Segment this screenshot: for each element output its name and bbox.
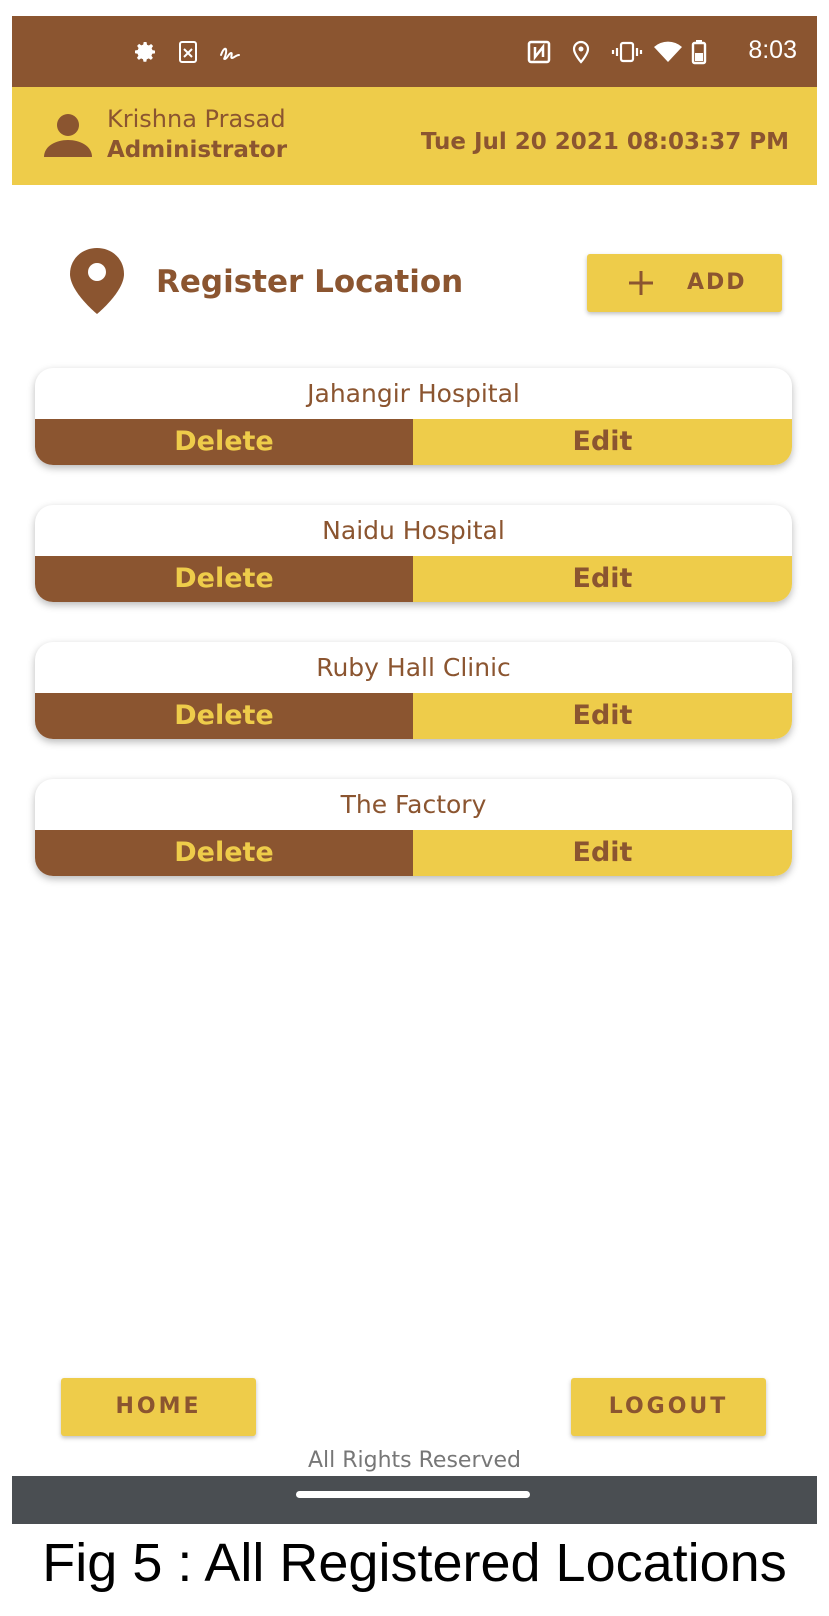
edit-button[interactable]: Edit bbox=[413, 830, 792, 876]
delete-button[interactable]: Delete bbox=[35, 556, 413, 602]
figure-caption: Fig 5 : All Registered Locations bbox=[42, 1533, 787, 1593]
home-gesture-handle[interactable] bbox=[296, 1491, 530, 1498]
user-name: Krishna Prasad bbox=[107, 105, 286, 133]
current-datetime: Tue Jul 20 2021 08:03:37 PM bbox=[420, 129, 789, 155]
location-icon bbox=[568, 39, 594, 65]
logout-button[interactable]: LOGOUT bbox=[571, 1378, 766, 1436]
location-name: Naidu Hospital bbox=[322, 516, 505, 545]
plus-icon bbox=[627, 269, 655, 297]
user-header: Krishna Prasad Administrator Tue Jul 20 … bbox=[12, 87, 817, 185]
vibrate-icon bbox=[610, 39, 644, 65]
status-bar: 8:03 bbox=[12, 16, 817, 87]
gear-icon bbox=[133, 39, 159, 65]
user-avatar-icon bbox=[42, 113, 94, 159]
page-title: Register Location bbox=[156, 264, 464, 300]
sim-x-icon bbox=[175, 39, 201, 65]
status-time: 8:03 bbox=[748, 36, 797, 64]
location-card: Jahangir Hospital Delete Edit bbox=[35, 368, 792, 465]
add-location-button[interactable]: ADD bbox=[587, 254, 782, 312]
delete-button[interactable]: Delete bbox=[35, 693, 413, 739]
location-card: The Factory Delete Edit bbox=[35, 779, 792, 876]
location-card: Ruby Hall Clinic Delete Edit bbox=[35, 642, 792, 739]
system-nav-bar bbox=[12, 1476, 817, 1524]
edit-button[interactable]: Edit bbox=[413, 556, 792, 602]
delete-button[interactable]: Delete bbox=[35, 419, 413, 465]
user-role: Administrator bbox=[107, 137, 288, 163]
location-card: Naidu Hospital Delete Edit bbox=[35, 505, 792, 602]
add-button-label: ADD bbox=[687, 270, 747, 295]
location-name: The Factory bbox=[340, 790, 487, 819]
wifi-icon bbox=[652, 39, 684, 65]
location-name: Ruby Hall Clinic bbox=[316, 653, 511, 682]
footer-text: All Rights Reserved bbox=[307, 1448, 522, 1473]
nfc-icon bbox=[526, 39, 552, 65]
edit-button[interactable]: Edit bbox=[413, 419, 792, 465]
home-button[interactable]: HOME bbox=[61, 1378, 256, 1436]
signature-icon bbox=[217, 39, 243, 65]
location-name: Jahangir Hospital bbox=[307, 379, 520, 408]
location-pin-icon bbox=[67, 246, 127, 316]
delete-button[interactable]: Delete bbox=[35, 830, 413, 876]
phone-screen: 8:03 Krishna Prasad Administrator Tue Ju… bbox=[12, 16, 817, 1524]
edit-button[interactable]: Edit bbox=[413, 693, 792, 739]
battery-icon bbox=[690, 39, 708, 65]
